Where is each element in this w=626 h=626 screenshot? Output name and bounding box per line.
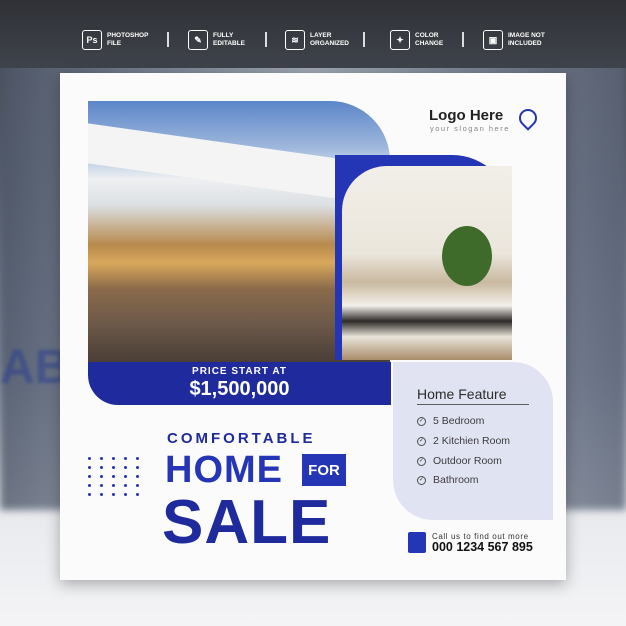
headline-sale: SALE bbox=[162, 488, 332, 557]
feature-badge-label: COLOR CHANGE bbox=[415, 32, 444, 47]
dot bbox=[124, 484, 127, 487]
dot bbox=[88, 484, 91, 487]
check-icon: ✓ bbox=[417, 456, 426, 466]
feature-item: ✓ 5 Bedroom bbox=[417, 415, 485, 427]
price-value: $1,500,000 bbox=[189, 378, 290, 400]
dot bbox=[112, 457, 115, 460]
feature-badge: ✦ COLOR CHANGE bbox=[390, 30, 465, 50]
dot bbox=[100, 493, 103, 496]
headline-for: FOR bbox=[302, 454, 346, 486]
check-icon: ✓ bbox=[417, 475, 426, 485]
phone-number: 000 1234 567 895 bbox=[432, 540, 533, 554]
feature-badge: Ps PHOTOSHOP FILE bbox=[82, 30, 157, 50]
dot bbox=[124, 493, 127, 496]
feature-badge-label: PHOTOSHOP FILE bbox=[107, 32, 149, 47]
post-card: PRICE START AT $1,500,000 Logo Here your… bbox=[60, 73, 566, 580]
dot bbox=[100, 484, 103, 487]
dot bbox=[112, 475, 115, 478]
dot bbox=[100, 466, 103, 469]
dot bbox=[112, 493, 115, 496]
feature-badge: ✎ FULLY EDITABLE bbox=[188, 30, 263, 50]
feature-badge: ≋ LAYER ORGANIZED bbox=[285, 30, 360, 50]
dot bbox=[136, 484, 139, 487]
color-change-icon: ✦ bbox=[390, 30, 410, 50]
dot bbox=[88, 493, 91, 496]
headline-home: HOME bbox=[165, 449, 283, 491]
dot bbox=[124, 466, 127, 469]
feature-item: ✓ Bathroom bbox=[417, 474, 479, 486]
dot bbox=[124, 457, 127, 460]
layers-icon: ≋ bbox=[285, 30, 305, 50]
feature-badge-label: LAYER ORGANIZED bbox=[310, 32, 349, 47]
edit-icon: ✎ bbox=[188, 30, 208, 50]
dot bbox=[112, 484, 115, 487]
dot bbox=[136, 475, 139, 478]
dot bbox=[112, 466, 115, 469]
price-label: PRICE START AT bbox=[192, 366, 287, 377]
divider bbox=[363, 32, 365, 47]
dot bbox=[136, 457, 139, 460]
dot bbox=[100, 475, 103, 478]
dot bbox=[88, 475, 91, 478]
divider bbox=[462, 32, 464, 47]
check-icon: ✓ bbox=[417, 436, 426, 446]
photoshop-icon: Ps bbox=[82, 30, 102, 50]
dot bbox=[124, 475, 127, 478]
feature-item: ✓ Outdoor Room bbox=[417, 455, 502, 467]
dot bbox=[136, 493, 139, 496]
divider bbox=[265, 32, 267, 47]
feature-badge-label: IMAGE NOT INCLUDED bbox=[508, 32, 545, 47]
headline-comfortable: COMFORTABLE bbox=[167, 430, 316, 447]
dot-pattern bbox=[88, 457, 142, 496]
contact-book-icon bbox=[408, 532, 426, 553]
feature-panel: Home Feature ✓ 5 Bedroom ✓ 2 Kitchien Room… bbox=[393, 362, 553, 520]
bedroom-photo bbox=[342, 166, 512, 360]
dot bbox=[88, 466, 91, 469]
feature-title: Home Feature bbox=[417, 386, 529, 405]
dot bbox=[136, 466, 139, 469]
divider bbox=[167, 32, 169, 47]
feature-badge-label: FULLY EDITABLE bbox=[213, 32, 246, 47]
image-icon: ▣ bbox=[483, 30, 503, 50]
dot bbox=[100, 457, 103, 460]
feature-badge: ▣ IMAGE NOT INCLUDED bbox=[483, 30, 558, 50]
feature-item: ✓ 2 Kitchien Room bbox=[417, 435, 511, 447]
location-pin-icon bbox=[515, 105, 541, 131]
check-icon: ✓ bbox=[417, 416, 426, 426]
logo-text: Logo Here bbox=[429, 107, 504, 124]
price-band: PRICE START AT $1,500,000 bbox=[88, 362, 391, 405]
dot bbox=[88, 457, 91, 460]
logo-slogan: your slogan here bbox=[430, 124, 510, 133]
